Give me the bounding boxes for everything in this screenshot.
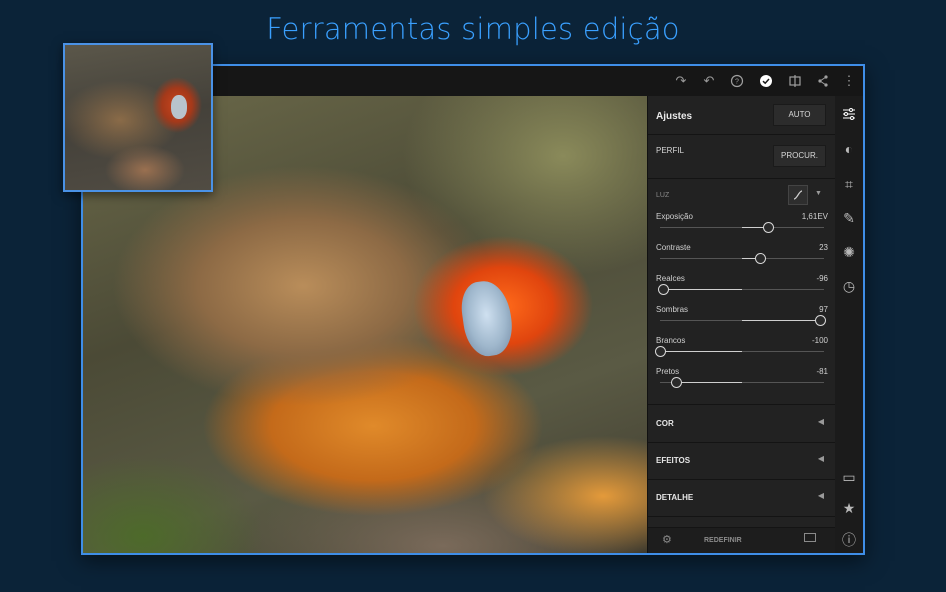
- light-header[interactable]: LUZ ▼: [648, 184, 836, 208]
- chevron-left-icon: ◀: [817, 417, 824, 426]
- slider-knob[interactable]: [657, 284, 669, 295]
- help-icon[interactable]: ?: [729, 73, 745, 89]
- slider-label: Brancos: [656, 336, 686, 345]
- original-thumbnail: [63, 43, 213, 192]
- chevron-left-icon: ◀: [817, 491, 824, 500]
- slider-knob[interactable]: [670, 377, 682, 388]
- slider-value: 23: [819, 243, 828, 252]
- adjustments-panel: Ajustes AUTO PERFIL PROCUR. LUZ ▼ Exposi…: [647, 96, 836, 553]
- done-icon[interactable]: [758, 73, 774, 89]
- section-label: DETALHE: [656, 493, 694, 502]
- curve-icon[interactable]: [788, 185, 808, 205]
- slider-1[interactable]: Exposição 1,61EV: [656, 212, 828, 238]
- slider-value: 97: [819, 305, 828, 314]
- panel-footer: ⚙ REDEFINIR: [648, 527, 836, 553]
- slider-fill: [663, 289, 742, 290]
- monkey-face: [458, 278, 516, 359]
- panel-header: Ajustes AUTO: [648, 104, 836, 128]
- browse-button[interactable]: PROCUR.: [773, 145, 826, 167]
- slider-value: -81: [816, 367, 828, 376]
- slider-fill: [742, 320, 821, 321]
- slider-4[interactable]: Sombras 97: [656, 305, 828, 331]
- undo-icon[interactable]: ↶: [701, 73, 717, 89]
- tool-rail: ◐ ⌗ ✎ ✺ ◷ ▭ ★ ⓘ: [835, 96, 863, 553]
- versions-icon[interactable]: ◷: [839, 276, 859, 296]
- chevron-down-icon[interactable]: ▼: [815, 190, 822, 197]
- slider-label: Sombras: [656, 305, 689, 314]
- auto-button[interactable]: AUTO: [773, 104, 826, 126]
- slider-value: -100: [811, 336, 828, 345]
- info-icon[interactable]: ⓘ: [839, 530, 859, 550]
- slider-knob[interactable]: [762, 222, 774, 233]
- slider-label: Contraste: [656, 243, 691, 252]
- crop-icon[interactable]: ⌗: [839, 174, 859, 194]
- compare-icon[interactable]: [787, 73, 803, 89]
- section-label: EFEITOS: [656, 456, 691, 465]
- presets-icon[interactable]: ✺: [839, 242, 859, 262]
- slider-knob[interactable]: [815, 315, 827, 326]
- section-cor[interactable]: COR ◀: [648, 405, 836, 442]
- more-icon[interactable]: ⋮: [841, 73, 857, 89]
- thumbnail-face: [171, 95, 187, 119]
- light-label: LUZ: [656, 192, 670, 199]
- headline: Ferramentas simples edição: [266, 12, 680, 46]
- adjust-icon[interactable]: [839, 104, 859, 124]
- heal-icon[interactable]: ✎: [839, 208, 859, 228]
- section-efeitos[interactable]: EFEITOS ◀: [648, 442, 836, 479]
- reset-adjust-icon[interactable]: ⚙: [662, 533, 672, 546]
- slider-5[interactable]: Brancos -100: [654, 336, 828, 362]
- slider-label: Pretos: [656, 367, 680, 376]
- panel-title: Ajustes: [656, 111, 693, 122]
- before-after-icon[interactable]: [804, 533, 816, 542]
- redo-icon[interactable]: ↷: [673, 73, 689, 89]
- share-icon[interactable]: [815, 73, 831, 89]
- slider-fill: [676, 382, 742, 383]
- section-label: COR: [656, 419, 674, 428]
- profile-row: PERFIL PROCUR.: [648, 140, 836, 174]
- slider-label: Exposição: [656, 212, 693, 221]
- slider-fill: [660, 351, 742, 352]
- slider-label: Realces: [656, 274, 685, 283]
- masks-icon[interactable]: ◐: [839, 139, 859, 159]
- slider-value: 1,61EV: [801, 212, 828, 221]
- star-icon[interactable]: ★: [839, 498, 859, 518]
- slider-2[interactable]: Contraste 23: [656, 243, 828, 269]
- svg-text:?: ?: [735, 79, 739, 86]
- section-detalhe[interactable]: DETALHE ◀: [648, 479, 836, 516]
- slider-6[interactable]: Pretos -81: [656, 367, 828, 393]
- chevron-left-icon: ◀: [817, 454, 824, 463]
- slider-3[interactable]: Realces -96: [656, 274, 828, 300]
- profile-label: PERFIL: [656, 146, 685, 155]
- slider-value: -96: [816, 274, 828, 283]
- comment-icon[interactable]: ▭: [839, 467, 859, 487]
- slider-knob[interactable]: [754, 253, 766, 264]
- slider-knob[interactable]: [654, 346, 666, 357]
- reset-button[interactable]: REDEFINIR: [704, 537, 742, 544]
